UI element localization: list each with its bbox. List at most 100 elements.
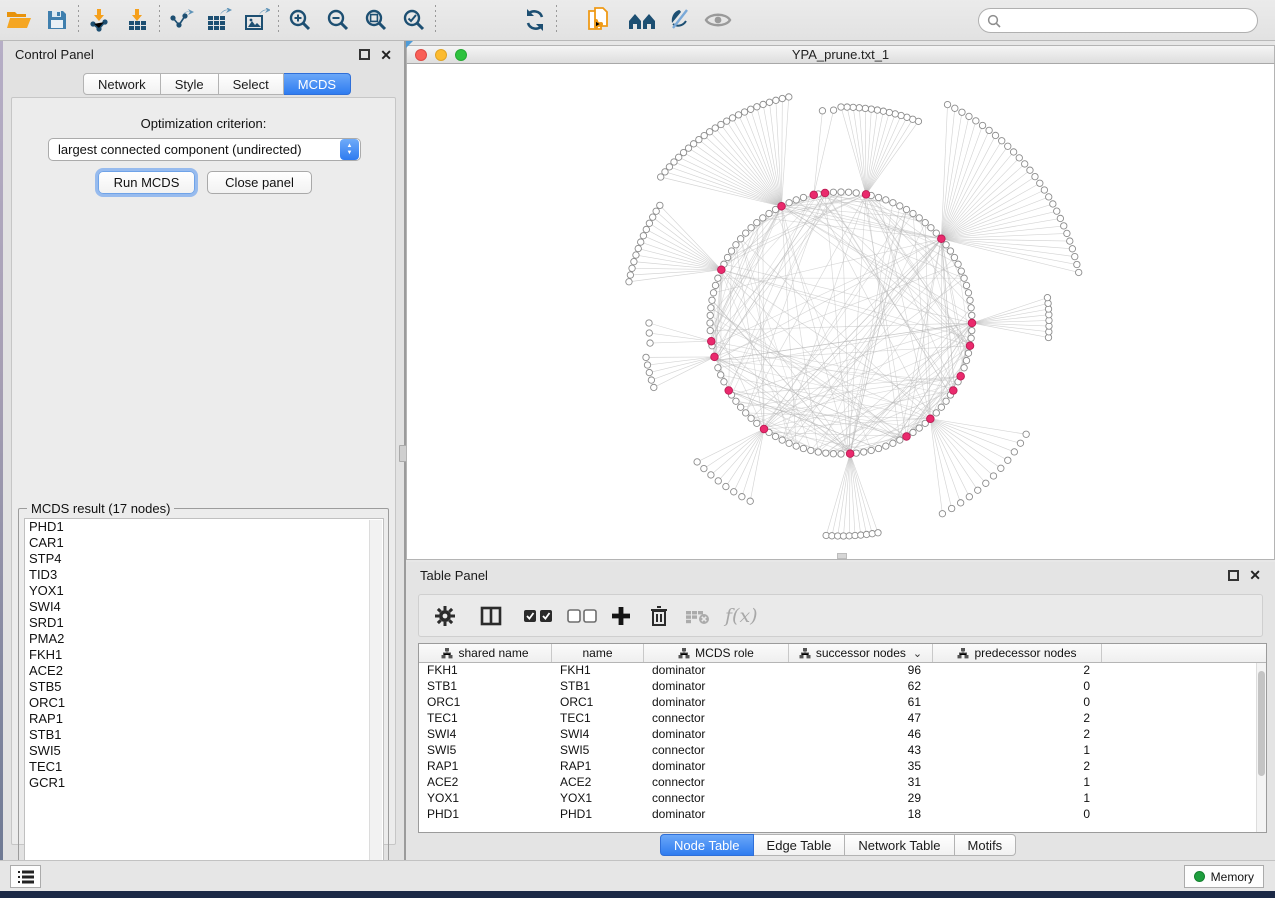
column-header-mcds-role[interactable]: MCDS role [644,644,789,662]
scrollbar-thumb[interactable] [1258,671,1265,776]
search-field[interactable] [978,8,1258,33]
tab-mcds[interactable]: MCDS [284,73,351,95]
network-canvas[interactable] [406,64,1275,560]
open-file-button[interactable] [0,3,38,37]
run-mcds-button[interactable]: Run MCDS [98,171,195,194]
network-window-titlebar[interactable]: YPA_prune.txt_1 [406,45,1275,64]
list-item[interactable]: ORC1 [25,695,383,711]
cell-name[interactable]: FKH1 [552,663,644,679]
eye-button[interactable] [699,3,737,37]
cell-pred[interactable]: 1 [933,743,1102,759]
table-row[interactable]: STB1STB1dominator620 [419,679,1256,695]
cell-name[interactable]: YOX1 [552,791,644,807]
list-item[interactable]: GCR1 [25,775,383,791]
cell-shared[interactable]: FKH1 [419,663,552,679]
search-input[interactable] [1006,13,1257,28]
list-item[interactable]: PHD1 [25,519,383,535]
cell-pred[interactable]: 0 [933,695,1102,711]
cell-succ[interactable]: 43 [789,743,933,759]
hide-details-button[interactable] [661,3,699,37]
table-row[interactable]: ACE2ACE2connector311 [419,775,1256,791]
network-overview-button[interactable] [623,3,661,37]
list-item[interactable]: SWI5 [25,743,383,759]
cell-name[interactable]: SWI4 [552,727,644,743]
table-row[interactable]: TEC1TEC1connector472 [419,711,1256,727]
mcds-result-list[interactable]: PHD1 CAR1 STP4 TID3 YOX1 SWI4 SRD1 PMA2 … [24,518,384,874]
cell-role[interactable]: connector [644,775,789,791]
export-table-button[interactable] [200,3,238,37]
cell-succ[interactable]: 18 [789,807,933,823]
cell-role[interactable]: connector [644,791,789,807]
list-item[interactable]: TEC1 [25,759,383,775]
zoom-selected-button[interactable] [395,3,433,37]
cell-role[interactable]: connector [644,711,789,727]
cell-pred[interactable]: 1 [933,775,1102,791]
cell-shared[interactable]: RAP1 [419,759,552,775]
zoom-fit-button[interactable] [357,3,395,37]
cell-pred[interactable]: 0 [933,807,1102,823]
function-builder-button[interactable]: f(x) [725,605,758,627]
list-item[interactable]: PMA2 [25,631,383,647]
cell-name[interactable]: STB1 [552,679,644,695]
cell-pred[interactable]: 2 [933,727,1102,743]
list-item[interactable]: RAP1 [25,711,383,727]
tab-edge-table[interactable]: Edge Table [754,834,846,856]
zoom-in-button[interactable] [281,3,319,37]
select-all-button[interactable] [523,608,553,624]
cell-name[interactable]: TEC1 [552,711,644,727]
delete-column-button[interactable] [649,605,669,627]
cell-role[interactable]: dominator [644,807,789,823]
tab-select[interactable]: Select [219,73,284,95]
float-window-icon[interactable] [1228,570,1239,581]
task-history-button[interactable] [10,865,41,888]
splitter-grip[interactable] [837,553,847,559]
cell-shared[interactable]: SWI4 [419,727,552,743]
list-item[interactable]: TID3 [25,567,383,583]
cell-role[interactable]: dominator [644,759,789,775]
table-row[interactable]: RAP1RAP1dominator352 [419,759,1256,775]
remove-table-button[interactable] [685,607,711,625]
cell-succ[interactable]: 62 [789,679,933,695]
export-network-button[interactable] [162,3,200,37]
cell-role[interactable]: dominator [644,679,789,695]
table-row[interactable]: FKH1FKH1dominator962 [419,663,1256,679]
cell-name[interactable]: RAP1 [552,759,644,775]
cell-name[interactable]: ORC1 [552,695,644,711]
tab-style[interactable]: Style [161,73,219,95]
table-row[interactable]: PHD1PHD1dominator180 [419,807,1256,823]
cell-role[interactable]: dominator [644,695,789,711]
cell-succ[interactable]: 61 [789,695,933,711]
table-row[interactable]: SWI5SWI5connector431 [419,743,1256,759]
list-item[interactable]: CAR1 [25,535,383,551]
cell-succ[interactable]: 46 [789,727,933,743]
list-item[interactable]: STP4 [25,551,383,567]
list-item[interactable]: STB5 [25,679,383,695]
optimization-criterion-select[interactable]: largest connected component (undirected)… [48,138,361,161]
tab-motifs[interactable]: Motifs [955,834,1017,856]
cell-role[interactable]: connector [644,743,789,759]
cell-pred[interactable]: 2 [933,663,1102,679]
close-panel-button[interactable]: Close panel [207,171,312,194]
table-row[interactable]: ORC1ORC1dominator610 [419,695,1256,711]
list-item[interactable]: SWI4 [25,599,383,615]
save-session-button[interactable] [38,3,76,37]
list-item[interactable]: FKH1 [25,647,383,663]
add-column-button[interactable] [611,606,631,626]
cell-shared[interactable]: ORC1 [419,695,552,711]
cell-shared[interactable]: ACE2 [419,775,552,791]
list-item[interactable]: STB1 [25,727,383,743]
gear-button[interactable] [433,604,457,628]
memory-button[interactable]: Memory [1184,865,1264,888]
scrollbar[interactable] [369,520,382,874]
column-header-shared-name[interactable]: shared name [419,644,552,662]
list-item[interactable]: SRD1 [25,615,383,631]
cell-succ[interactable]: 29 [789,791,933,807]
cell-name[interactable]: ACE2 [552,775,644,791]
cell-role[interactable]: dominator [644,727,789,743]
list-item[interactable]: YOX1 [25,583,383,599]
refresh-button[interactable] [516,3,554,37]
cell-shared[interactable]: TEC1 [419,711,552,727]
deselect-all-button[interactable] [567,608,597,624]
close-icon[interactable]: ✕ [1249,568,1261,582]
cell-shared[interactable]: SWI5 [419,743,552,759]
